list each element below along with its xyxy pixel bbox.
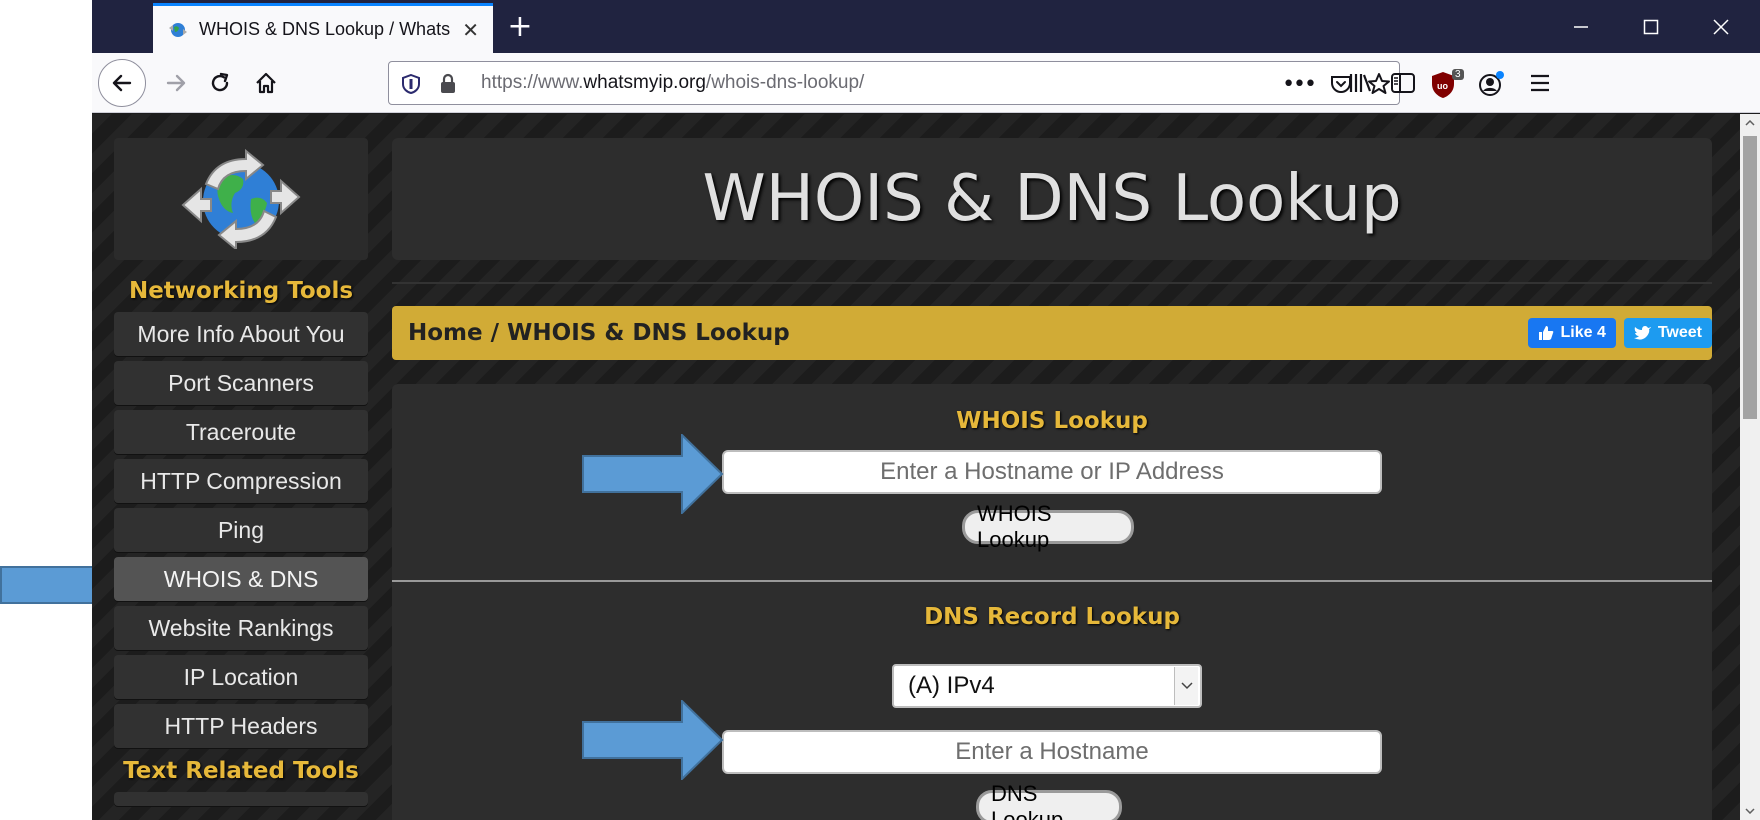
main-content: WHOIS & DNS Lookup Home / WHOIS & DNS Lo… [392, 138, 1712, 820]
facebook-like-button[interactable]: Like 4 [1528, 318, 1616, 348]
page-title: WHOIS & DNS Lookup [702, 162, 1402, 236]
sidebar-item-more-info[interactable]: More Info About You [114, 312, 368, 356]
home-icon [256, 72, 276, 94]
breadcrumb: Home / WHOIS & DNS Lookup Like 4 Tweet [392, 306, 1712, 360]
new-tab-icon[interactable]: + [500, 6, 540, 46]
url-text[interactable]: https://www.whatsmyip.org/whois-dns-look… [481, 72, 864, 94]
sidebar-item-port-scanners[interactable]: Port Scanners [114, 361, 368, 405]
sidebar-item-traceroute[interactable]: Traceroute [114, 410, 368, 454]
title-bar: WHOIS & DNS Lookup / Whats ✕ + [92, 0, 1760, 53]
sidebar-item-ping[interactable]: Ping [114, 508, 368, 552]
reload-icon [211, 72, 229, 92]
chevron-down-icon[interactable] [1174, 667, 1198, 705]
tab-title: WHOIS & DNS Lookup / Whats [199, 19, 451, 39]
tweet-button[interactable]: Tweet [1623, 318, 1712, 348]
whois-heading: WHOIS Lookup [956, 408, 1148, 434]
scrollbar-thumb[interactable] [1743, 136, 1757, 419]
web-page: Networking Tools More Info About You Por… [92, 114, 1760, 820]
facebook-like-label: Like 4 [1560, 324, 1606, 341]
lookup-tools-panel: WHOIS Lookup WHOIS Lookup DNS Record Loo… [392, 384, 1712, 820]
page-actions-icon[interactable]: ••• [1282, 72, 1317, 97]
tweet-label: Tweet [1657, 324, 1702, 341]
arrow-left-icon [112, 74, 132, 92]
globe-logo-icon [181, 149, 301, 249]
sidebar: Networking Tools More Info About You Por… [114, 138, 368, 811]
section-divider [392, 580, 1712, 582]
shield-icon[interactable] [401, 74, 421, 94]
social-buttons: Like 4 Tweet [1528, 318, 1712, 348]
divider [392, 282, 1712, 284]
reload-button[interactable] [198, 61, 242, 105]
maximize-icon[interactable] [1616, 0, 1686, 53]
title-panel: WHOIS & DNS Lookup [392, 138, 1712, 260]
whois-hostname-input[interactable] [722, 450, 1382, 494]
close-window-icon[interactable] [1686, 0, 1756, 53]
dns-record-type-select[interactable]: (A) IPv4 [892, 664, 1202, 708]
navigation-toolbar: https://www.whatsmyip.org/whois-dns-look… [92, 53, 1760, 113]
sidebar-toggle-icon[interactable] [1390, 71, 1416, 95]
browser-tab[interactable]: WHOIS & DNS Lookup / Whats ✕ [153, 3, 493, 53]
whois-lookup-button[interactable]: WHOIS Lookup [962, 501, 1134, 552]
vertical-scrollbar[interactable] [1740, 114, 1760, 820]
home-button[interactable] [244, 61, 288, 105]
sidebar-item-next[interactable] [114, 792, 368, 806]
ublock-count-badge: 3 [1452, 69, 1464, 80]
url-domain: whatsmyip.org [583, 72, 706, 93]
annotation-arrow-whois [582, 434, 724, 514]
url-path: /whois-dns-lookup/ [705, 72, 865, 93]
sidebar-item-whois-dns[interactable]: WHOIS & DNS [114, 557, 368, 601]
dns-record-type-value: (A) IPv4 [908, 672, 995, 699]
sidebar-item-http-headers[interactable]: HTTP Headers [114, 704, 368, 748]
address-bar[interactable]: https://www.whatsmyip.org/whois-dns-look… [388, 61, 1400, 105]
networking-tools-title: Networking Tools [128, 278, 354, 304]
svg-text:uo: uo [1437, 81, 1448, 91]
site-logo[interactable] [114, 138, 368, 260]
sidebar-item-ip-location[interactable]: IP Location [114, 655, 368, 699]
ublock-extension[interactable]: uo 3 [1430, 67, 1464, 99]
hamburger-menu-icon[interactable] [1528, 71, 1552, 95]
lock-icon[interactable] [439, 73, 457, 95]
sidebar-item-http-compression[interactable]: HTTP Compression [114, 459, 368, 503]
scroll-up-icon[interactable] [1740, 114, 1760, 132]
annotation-arrow-dns [582, 700, 724, 780]
back-button[interactable] [98, 59, 146, 107]
dns-heading: DNS Record Lookup [924, 604, 1180, 630]
minimize-icon[interactable] [1546, 0, 1616, 53]
browser-window: WHOIS & DNS Lookup / Whats ✕ + https://w… [92, 0, 1760, 820]
breadcrumb-text[interactable]: Home / WHOIS & DNS Lookup [408, 320, 790, 346]
forward-button[interactable] [154, 61, 198, 105]
account-icon[interactable] [1476, 69, 1506, 99]
site-favicon-icon [169, 22, 187, 37]
arrow-right-icon [166, 74, 186, 92]
thumbs-up-icon [1539, 326, 1554, 340]
twitter-bird-icon [1633, 326, 1651, 340]
library-icon[interactable] [1348, 71, 1374, 95]
dns-hostname-input[interactable] [722, 730, 1382, 774]
tab-close-icon[interactable]: ✕ [462, 18, 479, 42]
text-tools-title: Text Related Tools [123, 758, 359, 784]
scroll-down-icon[interactable] [1740, 802, 1760, 820]
dns-lookup-button[interactable]: DNS Lookup [976, 781, 1122, 820]
sidebar-item-website-rankings[interactable]: Website Rankings [114, 606, 368, 650]
url-prefix: https://www. [481, 72, 584, 93]
